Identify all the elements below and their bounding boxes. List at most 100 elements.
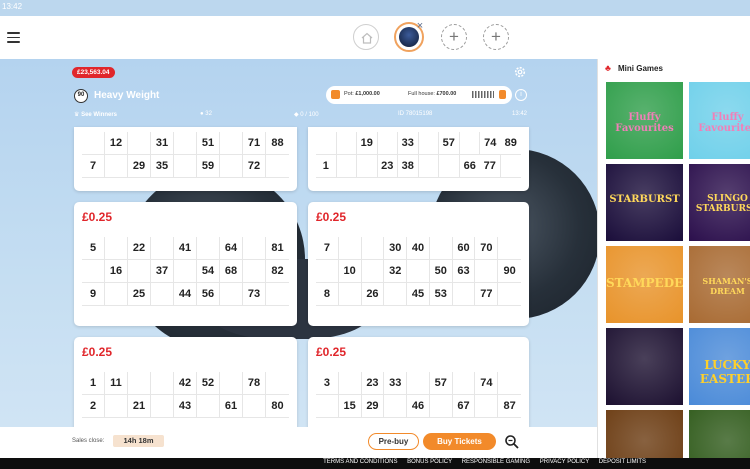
card-number-cell: 80 bbox=[266, 395, 289, 418]
footer-links: TERMS AND CONDITIONS BONUS POLICY RESPON… bbox=[315, 459, 646, 465]
card-number-cell: 40 bbox=[407, 237, 430, 260]
mini-game-tile[interactable]: SHAMAN'S DREAM bbox=[689, 246, 750, 323]
card-number-cell bbox=[220, 132, 243, 155]
footer-link-responsible[interactable]: RESPONSIBLE GAMING bbox=[462, 459, 530, 465]
card-number-cell bbox=[429, 237, 453, 260]
card-number-cell: 16 bbox=[105, 260, 128, 283]
top-header: × + + bbox=[0, 16, 750, 59]
bingo-card[interactable]: £0.25 7 30 40 60 70 10 32 50 63 90 8 26 45 53 77 bbox=[308, 202, 529, 326]
card-number-cell bbox=[338, 283, 362, 306]
gear-icon[interactable] bbox=[513, 65, 527, 79]
card-number-cell: 29 bbox=[361, 395, 385, 418]
card-number-cell bbox=[498, 283, 521, 306]
mini-game-title: Fluffy Favourites bbox=[698, 112, 750, 134]
card-number-cell: 46 bbox=[407, 395, 430, 418]
card-number-cell: 41 bbox=[174, 237, 197, 260]
room-title: Heavy Weight bbox=[94, 90, 160, 101]
game-time: 13:42 bbox=[512, 111, 528, 117]
card-number-cell: 11 bbox=[105, 372, 128, 395]
bingo-room-area: £23,563.04 90 Heavy Weight Pot: £1,000.0… bbox=[0, 59, 597, 427]
mini-game-tile[interactable]: SLINGO STARBURST bbox=[689, 164, 750, 241]
game-id-value: 78015198 bbox=[405, 111, 433, 117]
card-number-cell: 56 bbox=[197, 283, 220, 306]
bingo-card[interactable]: £0.25 1 11 42 52 78 2 21 43 61 80 bbox=[74, 337, 297, 427]
card-number-cell bbox=[316, 395, 339, 418]
bingo-card[interactable]: £0.25 3 23 33 57 74 15 29 46 67 87 bbox=[308, 337, 529, 427]
mini-game-title: STAMPEDE bbox=[606, 276, 683, 290]
mini-game-tile[interactable]: EYE OF HORUS bbox=[606, 410, 683, 458]
card-number-cell: 45 bbox=[407, 283, 430, 306]
card-number-cell bbox=[220, 372, 243, 395]
card-number-cell: 59 bbox=[197, 155, 220, 178]
cherries-icon: ♣ bbox=[605, 63, 611, 73]
mini-game-tile[interactable]: STARBURST bbox=[606, 164, 683, 241]
footer-link-deposit[interactable]: DEPOSIT LIMITS bbox=[599, 459, 646, 465]
card-number-cell: 77 bbox=[475, 283, 499, 306]
close-game-icon[interactable]: × bbox=[414, 20, 426, 32]
card-number-cell bbox=[336, 155, 357, 178]
card-number-cell: 1 bbox=[82, 372, 105, 395]
home-button[interactable] bbox=[353, 24, 379, 50]
card-number-cell: 5 bbox=[82, 237, 105, 260]
footer-link-terms[interactable]: TERMS AND CONDITIONS bbox=[323, 459, 397, 465]
mini-game-tile[interactable]: Fluffy Favourites bbox=[689, 82, 750, 159]
footer-link-bonus[interactable]: BONUS POLICY bbox=[407, 459, 452, 465]
prize-summary: Pot: £1,000.00 Full house: £700.00 bbox=[326, 86, 512, 104]
hamburger-icon[interactable] bbox=[7, 32, 20, 43]
see-winners-link[interactable]: ♛ See Winners bbox=[74, 111, 117, 118]
card-number-cell: 21 bbox=[128, 395, 151, 418]
mini-game-tile[interactable]: STAMPEDE bbox=[606, 246, 683, 323]
room-info-row: ♛ See Winners ● 32 ◆ 0 / 100 ID 78015198… bbox=[74, 111, 529, 121]
card-number-cell: 2 bbox=[82, 395, 105, 418]
card-number-cell: 87 bbox=[498, 395, 521, 418]
card-number-cell: 72 bbox=[243, 155, 266, 178]
card-number-cell: 3 bbox=[316, 372, 339, 395]
mini-game-title: SHAMAN'S DREAM bbox=[702, 276, 750, 296]
card-number-cell: 50 bbox=[429, 260, 453, 283]
card-number-cell: 90 bbox=[498, 260, 521, 283]
card-number-cell: 37 bbox=[151, 260, 174, 283]
footer-bar: TERMS AND CONDITIONS BONUS POLICY RESPON… bbox=[0, 458, 750, 469]
active-game-tab[interactable]: × bbox=[394, 20, 426, 52]
mini-game-tile[interactable] bbox=[606, 328, 683, 405]
card-number-cell: 53 bbox=[429, 283, 453, 306]
card-number-cell: 70 bbox=[475, 237, 499, 260]
card-number-cell: 9 bbox=[82, 283, 105, 306]
card-number-cell bbox=[439, 155, 460, 178]
ticket-count-value: 0 / 100 bbox=[300, 112, 319, 118]
prize-arrow-icon[interactable] bbox=[499, 90, 506, 99]
card-price: £0.25 bbox=[316, 345, 347, 359]
card-number-cell bbox=[174, 155, 197, 178]
card-number-cell bbox=[105, 237, 128, 260]
card-number-cell bbox=[266, 283, 289, 306]
card-number-cell: 68 bbox=[220, 260, 243, 283]
pre-buy-button[interactable]: Pre-buy bbox=[368, 433, 419, 450]
bingo-card[interactable]: £0.25 5 22 41 64 81 16 37 54 68 82 9 25 44 56 73 bbox=[74, 202, 297, 326]
card-number-cell bbox=[384, 395, 408, 418]
bingo-card[interactable]: 12 31 51 71 88 7 29 35 59 72 bbox=[74, 127, 297, 191]
card-number-cell: 8 bbox=[316, 283, 339, 306]
card-number-cell: 1 bbox=[316, 155, 337, 178]
mini-game-tile[interactable]: Fluffy Favourites bbox=[606, 82, 683, 159]
add-game-button-1[interactable]: + bbox=[441, 24, 467, 50]
mini-game-tile[interactable]: LUCKY EASTER bbox=[689, 328, 750, 405]
user-icon: ● bbox=[200, 111, 204, 117]
mini-game-tile[interactable]: GONZO'S QUEST bbox=[689, 410, 750, 458]
bingo-card[interactable]: 19 33 57 74 89 1 23 38 66 77 bbox=[308, 127, 529, 191]
card-number-cell bbox=[316, 132, 337, 155]
full-house-prize: Full house: £700.00 bbox=[408, 91, 456, 97]
pattern-grid-icon bbox=[472, 91, 494, 98]
card-number-cell: 33 bbox=[398, 132, 419, 155]
card-number-cell: 57 bbox=[439, 132, 460, 155]
add-game-button-2[interactable]: + bbox=[483, 24, 509, 50]
card-number-cell bbox=[266, 372, 289, 395]
card-number-cell bbox=[151, 395, 174, 418]
card-number-cell: 77 bbox=[480, 155, 501, 178]
footer-link-privacy[interactable]: PRIVACY POLICY bbox=[540, 459, 589, 465]
mini-games-title: Mini Games bbox=[618, 64, 663, 73]
buy-tickets-button[interactable]: Buy Tickets bbox=[423, 433, 496, 450]
info-icon[interactable]: i bbox=[515, 89, 527, 101]
search-icon[interactable] bbox=[504, 434, 520, 450]
card-number-cell: 23 bbox=[361, 372, 385, 395]
sales-close-countdown: 14h 18m bbox=[113, 435, 164, 447]
